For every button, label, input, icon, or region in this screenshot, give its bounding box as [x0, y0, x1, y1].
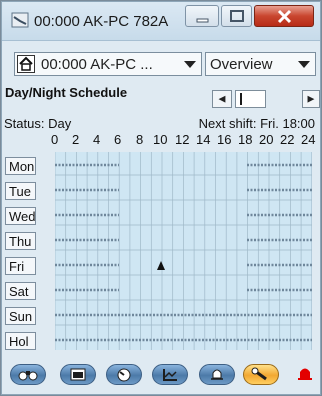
bottom-nav-graph[interactable] — [152, 364, 188, 385]
status-text: Status: Day — [4, 116, 72, 131]
hour-label: 16 — [217, 132, 232, 147]
arrow-left-icon: ◀ — [218, 93, 226, 104]
day-sat[interactable]: Sat — [5, 282, 36, 300]
station-select[interactable]: 00:000 AK-PC ... — [14, 52, 202, 76]
hour-label: 18 — [238, 132, 253, 147]
current-time-marker — [157, 261, 165, 270]
hour-label: 20 — [259, 132, 274, 147]
hour-label: 4 — [93, 132, 101, 147]
bottom-nav-wrench[interactable] — [243, 364, 279, 385]
previous-button[interactable]: ◀ — [212, 90, 232, 108]
hour-label: 2 — [72, 132, 80, 147]
dial-icon — [117, 368, 131, 382]
hour-label: 22 — [280, 132, 295, 147]
minimize-button[interactable] — [185, 5, 219, 27]
day-fri[interactable]: Fri — [5, 257, 36, 275]
app-window: 00:000 AK-PC 782A 00:000 AK-PC ... Overv… — [1, 1, 321, 395]
close-button[interactable] — [254, 5, 314, 27]
hour-label: 8 — [136, 132, 144, 147]
red-bell-icon[interactable] — [295, 364, 315, 382]
station-select-value: 00:000 AK-PC ... — [41, 56, 153, 73]
window-title: 00:000 AK-PC 782A — [34, 13, 169, 30]
day-sun[interactable]: Sun — [5, 307, 36, 325]
calendar-icon — [70, 368, 86, 381]
view-select-value: Overview — [210, 56, 273, 73]
bottom-nav-calendar[interactable] — [60, 364, 96, 385]
bottom-nav-dial[interactable] — [106, 364, 142, 385]
hour-label: 24 — [301, 132, 316, 147]
hour-label: 14 — [196, 132, 211, 147]
hour-label: 6 — [114, 132, 122, 147]
day-wed[interactable]: Wed — [5, 207, 36, 225]
schedule-title: Day/Night Schedule — [5, 85, 128, 100]
day-tue[interactable]: Tue — [5, 182, 36, 200]
home-icon[interactable] — [17, 55, 35, 73]
graph-icon — [163, 369, 177, 381]
day-mon[interactable]: Mon — [5, 157, 36, 175]
day-hol[interactable]: Hol — [5, 332, 36, 350]
hour-label: 12 — [175, 132, 190, 147]
next-button[interactable]: ▶ — [302, 90, 320, 108]
wrench-icon — [251, 367, 267, 381]
chevron-down-icon[interactable] — [298, 61, 310, 68]
day-thu[interactable]: Thu — [5, 232, 36, 250]
bell-icon — [211, 369, 223, 380]
hour-label: 10 — [153, 132, 168, 147]
next-shift-text: Next shift: Fri. 18:00 — [198, 116, 315, 131]
app-icon — [11, 12, 29, 28]
schedule-grid[interactable] — [55, 152, 312, 350]
chevron-down-icon[interactable] — [184, 61, 196, 68]
maximize-button[interactable] — [221, 5, 252, 27]
arrow-right-icon: ▶ — [307, 93, 315, 104]
schedule-spinbox[interactable] — [235, 90, 266, 108]
titlebar[interactable]: 00:000 AK-PC 782A — [2, 2, 320, 41]
bottom-nav-bell[interactable] — [199, 364, 235, 385]
hour-label: 0 — [51, 132, 59, 147]
binoculars-icon — [18, 371, 38, 381]
bottom-nav-binoculars[interactable] — [10, 364, 46, 385]
view-select[interactable]: Overview — [205, 52, 316, 76]
